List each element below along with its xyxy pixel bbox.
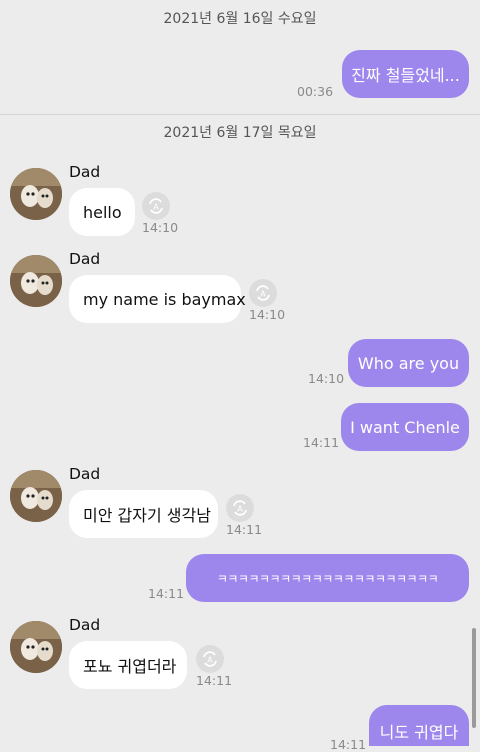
outgoing-message-bubble[interactable]: 니도 귀엽다 [369,705,469,746]
date-separator: 2021년 6월 16일 수요일 [163,11,317,27]
scrollbar[interactable] [472,628,476,728]
incoming-message-bubble[interactable]: 미안 갑자기 생각남 [69,490,218,538]
translate-button[interactable]: A [196,645,224,673]
sender-name: Dad [69,163,101,181]
translate-icon: A [149,198,163,214]
incoming-message-bubble[interactable]: hello [69,188,135,236]
message-text: Who are you [357,353,460,373]
message-time: 14:11 [196,673,233,688]
sender-avatar[interactable] [10,621,62,673]
sender-avatar[interactable] [10,255,62,307]
message-time: 14:11 [303,435,340,450]
sender-avatar[interactable] [10,168,62,220]
translate-icon: A [256,285,270,301]
incoming-message-bubble[interactable]: my name is baymax [69,275,246,323]
message-text: ㅋㅋㅋㅋㅋㅋㅋㅋㅋㅋㅋㅋㅋㅋㅋㅋㅋㅋㅋㅋㅋ [216,571,439,586]
sender-name: Dad [69,616,101,634]
avatar-photo-icon [10,168,62,220]
message-text: 포뇨 귀엽더라 [83,657,177,676]
message-time: 14:11 [148,586,185,601]
translate-button[interactable]: A [226,494,254,522]
svg-text:A: A [153,203,159,212]
translate-icon: A [233,500,247,516]
svg-text:A: A [260,290,266,299]
avatar-photo-icon [10,621,62,673]
message-text: I want Chenle [350,417,460,437]
sender-name: Dad [69,465,101,483]
message-time: 14:11 [330,737,367,752]
outgoing-message-bubble[interactable]: ㅋㅋㅋㅋㅋㅋㅋㅋㅋㅋㅋㅋㅋㅋㅋㅋㅋㅋㅋㅋㅋ [186,554,469,602]
date-separator: 2021년 6월 17일 목요일 [163,125,317,141]
translate-button[interactable]: A [142,192,170,220]
message-text: my name is baymax [83,289,246,309]
avatar-photo-icon [10,255,62,307]
svg-text:A: A [207,656,213,665]
sender-avatar[interactable] [10,470,62,522]
message-time: 00:36 [297,84,334,99]
translate-button[interactable]: A [249,279,277,307]
message-time: 14:11 [226,522,263,537]
message-text: 니도 귀엽다 [379,723,459,742]
translate-icon: A [203,651,217,667]
svg-text:A: A [237,505,243,514]
message-text: 미안 갑자기 생각남 [83,506,211,525]
message-text: 진짜 철들었네... [351,66,460,85]
outgoing-message-bubble[interactable]: 진짜 철들었네... [342,50,469,98]
divider [0,114,480,115]
sender-name: Dad [69,250,101,268]
message-text: hello [83,202,122,222]
message-time: 14:10 [249,307,286,322]
avatar-photo-icon [10,470,62,522]
message-time: 14:10 [308,371,345,386]
outgoing-message-bubble[interactable]: Who are you [348,339,469,387]
message-time: 14:10 [142,220,179,235]
incoming-message-bubble[interactable]: 포뇨 귀엽더라 [69,641,187,689]
outgoing-message-bubble[interactable]: I want Chenle [341,403,469,451]
